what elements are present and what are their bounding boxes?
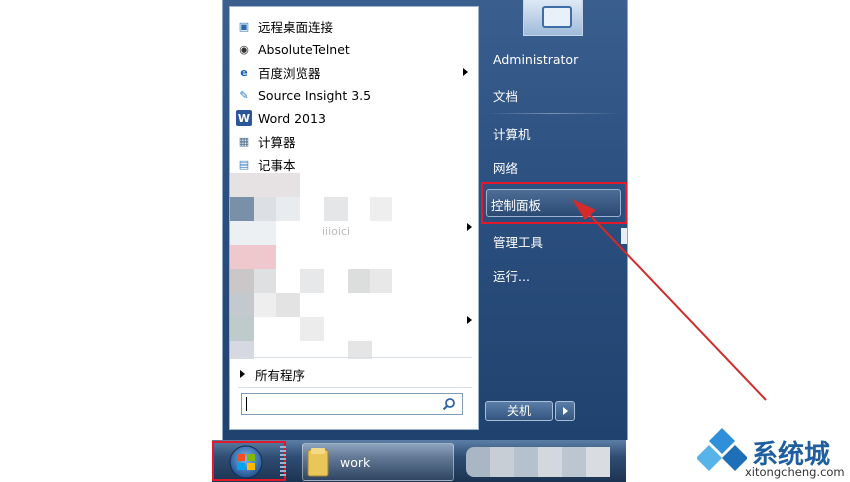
submenu-arrow-icon[interactable] xyxy=(621,228,627,244)
program-item[interactable]: ✎ Source Insight 3.5 xyxy=(234,84,474,106)
control-panel-label: 控制面板 xyxy=(491,198,542,213)
expand-arrow-icon xyxy=(240,370,245,378)
start-button-highlight-box xyxy=(212,441,286,481)
taskbar-work-label: work xyxy=(340,455,371,470)
search-input[interactable] xyxy=(241,393,463,415)
word-icon: W xyxy=(236,110,252,126)
notepad-icon: ▤ xyxy=(238,157,250,171)
divider xyxy=(238,387,472,388)
start-menu: ▣ 远程桌面连接 ◉ AbsoluteTelnet e 百度浏览器 ✎ Source Insi… xyxy=(222,0,628,440)
run-link[interactable]: 运行... xyxy=(493,266,530,285)
program-item[interactable]: ▦ 计算器 xyxy=(234,130,474,152)
folder-icon xyxy=(307,448,329,477)
remote-desktop-icon: ▣ xyxy=(238,19,250,33)
program-item[interactable]: e 百度浏览器 xyxy=(234,61,474,83)
shutdown-button[interactable]: 关机 xyxy=(485,401,553,421)
all-programs-label: 所有程序 xyxy=(255,367,306,383)
computer-link[interactable]: 计算机 xyxy=(493,124,531,143)
user-name-link[interactable]: Administrator xyxy=(493,52,578,67)
source-insight-icon: ✎ xyxy=(239,88,249,102)
program-label: 记事本 xyxy=(258,157,296,173)
taskbar-blurred-item[interactable] xyxy=(466,447,612,477)
brand-url: xitongcheng.com xyxy=(745,465,845,479)
program-label: 计算器 xyxy=(258,134,296,150)
monitor-icon xyxy=(542,6,572,28)
program-label: 远程桌面连接 xyxy=(258,19,334,35)
program-item[interactable]: ▤ 记事本 xyxy=(234,153,474,175)
program-label: Word 2013 xyxy=(258,110,326,126)
text-caret xyxy=(246,397,247,411)
shutdown-options-button[interactable] xyxy=(555,401,575,421)
program-item[interactable]: W Word 2013 xyxy=(234,107,474,129)
program-label: 百度浏览器 xyxy=(258,65,321,81)
search-field[interactable] xyxy=(250,396,434,414)
admin-tools-link[interactable]: 管理工具 xyxy=(493,232,543,251)
baidu-browser-icon: e xyxy=(240,65,248,79)
blurred-program-fragment: iiioici xyxy=(322,225,351,238)
user-picture[interactable] xyxy=(523,0,583,36)
documents-link[interactable]: 文档 xyxy=(493,86,518,105)
chevron-right-icon xyxy=(563,407,568,415)
program-item[interactable]: ◉ AbsoluteTelnet xyxy=(234,38,474,60)
all-programs-button[interactable]: 所有程序 xyxy=(240,365,305,383)
calculator-icon: ▦ xyxy=(238,134,250,148)
submenu-arrow-icon[interactable] xyxy=(467,223,472,231)
pixelated-region: iiioici xyxy=(230,173,400,359)
program-item[interactable]: ▣ 远程桌面连接 xyxy=(234,15,474,37)
network-link[interactable]: 网络 xyxy=(493,158,518,177)
submenu-arrow-icon[interactable] xyxy=(463,68,468,76)
program-label: AbsoluteTelnet xyxy=(258,41,350,57)
programs-pane: ▣ 远程桌面连接 ◉ AbsoluteTelnet e 百度浏览器 ✎ Source Insi… xyxy=(229,6,479,430)
telnet-icon: ◉ xyxy=(239,42,249,56)
program-label: Source Insight 3.5 xyxy=(258,87,372,103)
brand-logo xyxy=(697,428,747,471)
taskbar-grip xyxy=(280,446,286,478)
divider xyxy=(485,113,621,114)
search-icon[interactable] xyxy=(442,397,456,411)
submenu-arrow-icon[interactable] xyxy=(467,316,472,324)
divider xyxy=(238,357,472,358)
